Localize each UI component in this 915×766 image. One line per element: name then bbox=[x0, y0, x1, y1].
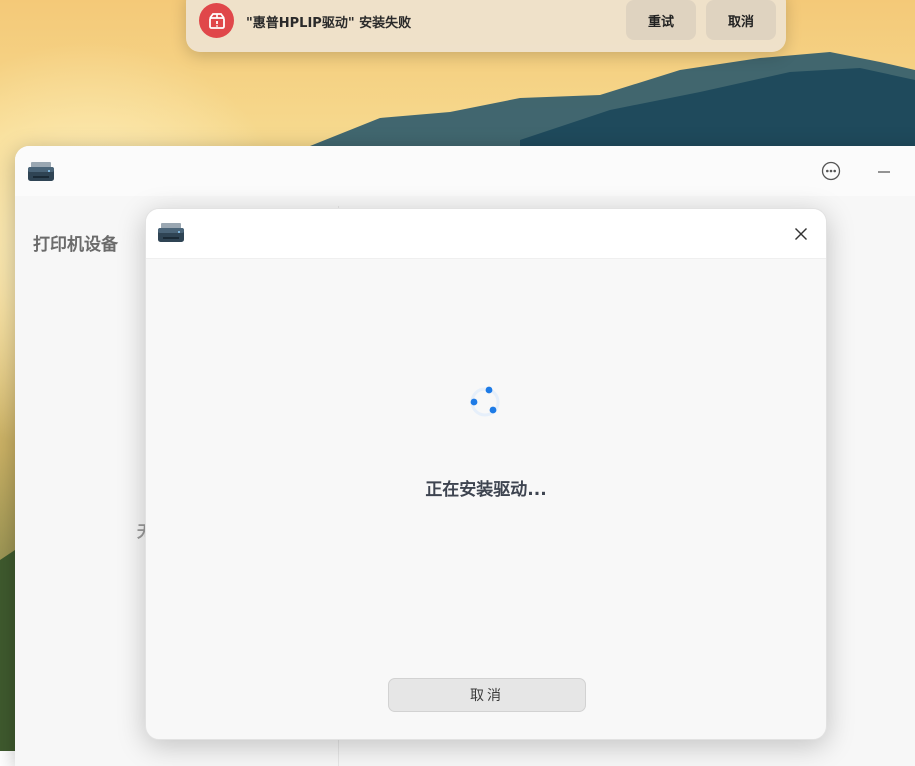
more-options-icon[interactable] bbox=[821, 161, 841, 181]
window-titlebar bbox=[15, 146, 915, 196]
installing-status-text: 正在安装驱动... bbox=[425, 480, 547, 500]
sidebar-title: 打印机设备 bbox=[33, 235, 118, 255]
printer-icon bbox=[157, 222, 185, 250]
printer-icon bbox=[27, 161, 55, 189]
install-failed-notification: "惠普HPLIP驱动" 安装失败 重试 取消 bbox=[186, 0, 786, 52]
notification-cancel-button[interactable]: 取消 bbox=[706, 0, 776, 40]
minimize-icon[interactable] bbox=[875, 162, 893, 180]
loading-spinner bbox=[468, 385, 502, 419]
notification-message: "惠普HPLIP驱动" 安装失败 bbox=[246, 16, 412, 31]
package-error-icon bbox=[199, 3, 234, 38]
install-driver-dialog: 正在安装驱动... 取消 bbox=[145, 208, 827, 740]
retry-button[interactable]: 重试 bbox=[626, 0, 696, 40]
close-icon[interactable] bbox=[792, 225, 810, 243]
cancel-install-button[interactable]: 取消 bbox=[388, 678, 586, 712]
dialog-titlebar bbox=[146, 209, 826, 259]
